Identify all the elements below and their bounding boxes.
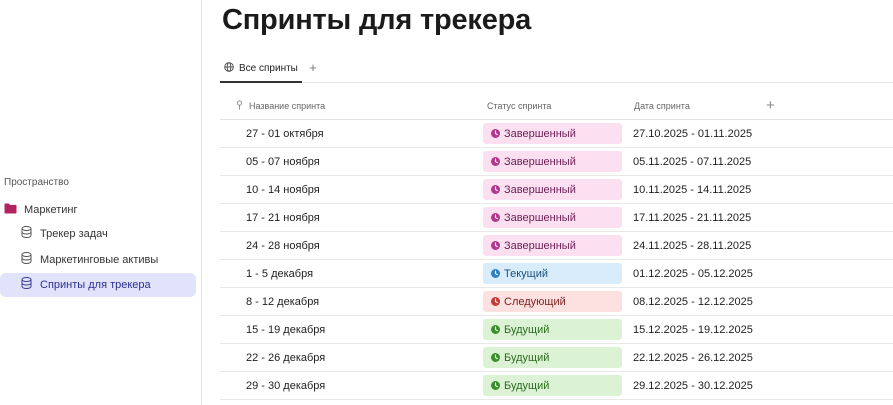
table-row[interactable]: 15 - 19 декабря Будущий 15.12.2025 - 19.… — [220, 316, 893, 344]
status-clock-icon — [491, 241, 500, 250]
sidebar-folder-label: Маркетинг — [24, 204, 78, 216]
sprint-date-cell[interactable]: 15.12.2025 - 19.12.2025 — [633, 316, 753, 344]
status-clock-icon — [491, 381, 500, 390]
status-label: Завершенный — [504, 183, 576, 196]
tab-all-sprints[interactable]: Все спринты — [220, 55, 302, 83]
database-icon — [21, 276, 32, 294]
table-row[interactable]: 27 - 01 октября Завершенный 27.10.2025 -… — [220, 120, 893, 148]
column-header-status[interactable]: Статус спринта — [487, 91, 551, 120]
folder-icon — [4, 201, 17, 219]
add-view-button[interactable]: + — [306, 61, 320, 75]
sprint-name-cell[interactable]: 10 - 14 ноября — [246, 176, 320, 204]
column-header-label: Название спринта — [249, 100, 326, 111]
view-tabs: Все спринты + — [220, 55, 893, 83]
table-row[interactable]: 05 - 07 ноября Завершенный 05.11.2025 - … — [220, 148, 893, 176]
table-row[interactable]: 1 - 5 декабря Текущий 01.12.2025 - 05.12… — [220, 260, 893, 288]
status-clock-icon — [491, 157, 500, 166]
status-badge[interactable]: Завершенный — [483, 151, 622, 172]
sidebar-item-task-tracker[interactable]: Трекер задач — [0, 222, 196, 246]
table-row[interactable]: 24 - 28 ноября Завершенный 24.11.2025 - … — [220, 232, 893, 260]
status-label: Следующий — [504, 295, 566, 308]
status-clock-icon — [491, 325, 500, 334]
sprint-name-cell[interactable]: 15 - 19 декабря — [246, 316, 325, 344]
sidebar-folder-marketing[interactable]: Маркетинг — [4, 200, 194, 220]
status-badge[interactable]: Будущий — [483, 319, 622, 340]
sidebar-item-label: Трекер задач — [40, 228, 108, 240]
main-content: Спринты для трекера Все спринты + Назван… — [203, 0, 893, 405]
sprints-table: Название спринта Статус спринта Дата спр… — [220, 91, 893, 400]
status-badge[interactable]: Будущий — [483, 375, 622, 396]
sprint-name-cell[interactable]: 27 - 01 октября — [246, 120, 324, 148]
status-label: Завершенный — [504, 155, 576, 168]
sprint-date-cell[interactable]: 05.11.2025 - 07.11.2025 — [633, 148, 751, 176]
status-badge[interactable]: Будущий — [483, 347, 622, 368]
sprint-date-cell[interactable]: 10.11.2025 - 14.11.2025 — [633, 176, 751, 204]
sprint-name-cell[interactable]: 24 - 28 ноября — [246, 232, 320, 260]
sprint-name-cell[interactable]: 17 - 21 ноября — [246, 204, 320, 232]
add-column-button[interactable]: + — [766, 91, 775, 120]
sidebar-item-marketing-assets[interactable]: Маркетинговые активы — [0, 248, 196, 272]
status-clock-icon — [491, 269, 500, 278]
status-badge[interactable]: Завершенный — [483, 207, 622, 228]
sprint-name-cell[interactable]: 05 - 07 ноября — [246, 148, 320, 176]
sidebar-item-label: Маркетинговые активы — [40, 254, 159, 266]
status-label: Текущий — [504, 267, 548, 280]
pin-icon — [236, 99, 243, 112]
table-row[interactable]: 10 - 14 ноября Завершенный 10.11.2025 - … — [220, 176, 893, 204]
sidebar: Пространство Маркетинг Трекер задач Марк… — [0, 0, 202, 405]
status-label: Будущий — [504, 323, 550, 336]
sprint-name-cell[interactable]: 8 - 12 декабря — [246, 288, 319, 316]
table-body: 27 - 01 октября Завершенный 27.10.2025 -… — [220, 120, 893, 400]
globe-icon — [224, 59, 234, 77]
status-badge[interactable]: Текущий — [483, 263, 622, 284]
status-label: Завершенный — [504, 127, 576, 140]
sprint-date-cell[interactable]: 29.12.2025 - 30.12.2025 — [633, 372, 753, 400]
table-row[interactable]: 29 - 30 декабря Будущий 29.12.2025 - 30.… — [220, 372, 893, 400]
column-header-date[interactable]: Дата спринта — [634, 91, 690, 120]
sprint-date-cell[interactable]: 24.11.2025 - 28.11.2025 — [633, 232, 751, 260]
status-badge[interactable]: Завершенный — [483, 123, 622, 144]
table-row[interactable]: 8 - 12 декабря Следующий 08.12.2025 - 12… — [220, 288, 893, 316]
sprint-name-cell[interactable]: 1 - 5 декабря — [246, 260, 313, 288]
status-clock-icon — [491, 129, 500, 138]
status-badge[interactable]: Следующий — [483, 291, 622, 312]
sidebar-section-label: Пространство — [4, 177, 69, 188]
sprint-date-cell[interactable]: 22.12.2025 - 26.12.2025 — [633, 344, 753, 372]
page-title[interactable]: Спринты для трекера — [222, 4, 531, 37]
sprint-date-cell[interactable]: 27.10.2025 - 01.11.2025 — [633, 120, 752, 148]
sprint-date-cell[interactable]: 17.11.2025 - 21.11.2025 — [633, 204, 751, 232]
status-clock-icon — [491, 185, 500, 194]
column-header-name[interactable]: Название спринта — [236, 91, 325, 120]
status-clock-icon — [491, 213, 500, 222]
database-icon — [21, 225, 32, 243]
status-badge[interactable]: Завершенный — [483, 235, 622, 256]
sprint-name-cell[interactable]: 29 - 30 декабря — [246, 372, 325, 400]
status-badge[interactable]: Завершенный — [483, 179, 622, 200]
table-header: Название спринта Статус спринта Дата спр… — [220, 91, 893, 120]
table-row[interactable]: 22 - 26 декабря Будущий 22.12.2025 - 26.… — [220, 344, 893, 372]
status-label: Завершенный — [504, 211, 576, 224]
app-window: Пространство Маркетинг Трекер задач Марк… — [0, 0, 893, 405]
status-clock-icon — [491, 353, 500, 362]
sprint-name-cell[interactable]: 22 - 26 декабря — [246, 344, 325, 372]
sprint-date-cell[interactable]: 08.12.2025 - 12.12.2025 — [633, 288, 753, 316]
sidebar-item-label: Спринты для трекера — [40, 279, 151, 291]
status-label: Будущий — [504, 351, 550, 364]
sidebar-item-sprints[interactable]: Спринты для трекера — [0, 273, 196, 297]
sprint-date-cell[interactable]: 01.12.2025 - 05.12.2025 — [633, 260, 753, 288]
status-clock-icon — [491, 297, 500, 306]
status-label: Будущий — [504, 379, 550, 392]
table-row[interactable]: 17 - 21 ноября Завершенный 17.11.2025 - … — [220, 204, 893, 232]
tab-label: Все спринты — [239, 62, 298, 74]
database-icon — [21, 251, 32, 269]
status-label: Завершенный — [504, 239, 576, 252]
spellcheck-underline — [420, 34, 739, 38]
